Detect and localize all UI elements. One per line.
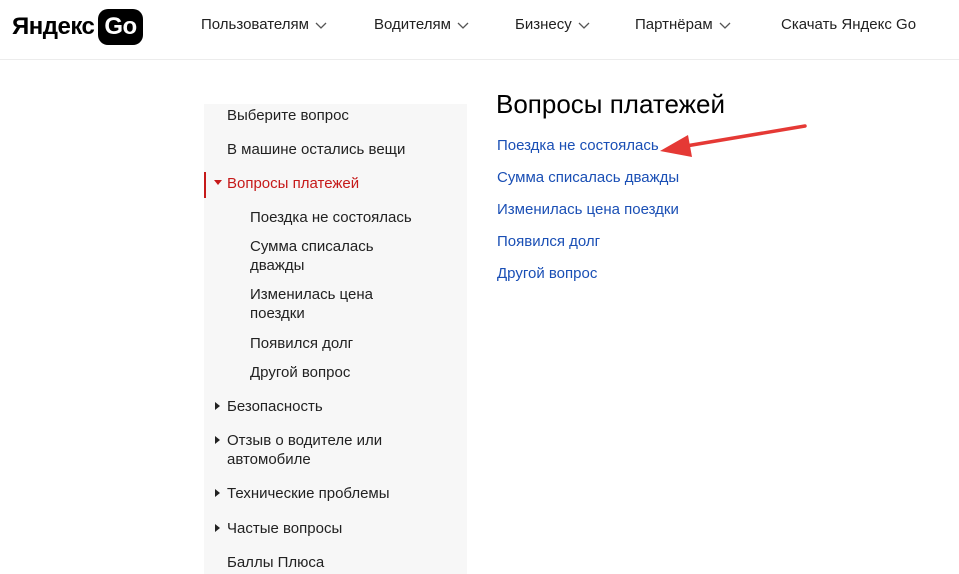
triangle-right-icon — [215, 489, 220, 497]
sidebar-item-plus-points[interactable]: Баллы Плюса — [227, 553, 324, 572]
chevron-down-icon — [578, 19, 590, 31]
nav-item-partners[interactable]: Партнёрам — [635, 16, 731, 33]
link-trip-failed[interactable]: Поездка не состоялась — [497, 137, 659, 154]
nav-item-business[interactable]: Бизнесу — [515, 16, 590, 33]
sidebar-item-lost-items[interactable]: В машине остались вещи — [227, 140, 405, 159]
sidebar-subitem-debt[interactable]: Появился долг — [250, 334, 353, 353]
triangle-right-icon — [215, 524, 220, 532]
active-indicator — [204, 172, 206, 198]
sidebar-item-safety[interactable]: Безопасность — [227, 397, 323, 416]
chevron-down-icon — [719, 19, 731, 31]
triangle-right-icon — [215, 436, 220, 444]
nav-item-label: Пользователям — [201, 16, 309, 33]
sidebar-subitem-charged-twice[interactable]: Сумма списалась дважды — [250, 237, 400, 275]
red-arrow-annotation — [660, 124, 807, 157]
nav-item-label: Бизнесу — [515, 16, 572, 33]
sidebar-item-driver-feedback[interactable]: Отзыв о водителе или автомобиле — [227, 431, 427, 469]
nav-item-label: Скачать Яндекс Go — [781, 16, 917, 33]
sidebar: Выберите вопрос В машине остались вещи В… — [204, 104, 467, 574]
sidebar-item-tech-problems[interactable]: Технические проблемы — [227, 484, 390, 503]
nav-item-label: Водителям — [374, 16, 451, 33]
nav-item-label: Партнёрам — [635, 16, 713, 33]
link-price-changed[interactable]: Изменилась цена поездки — [497, 201, 679, 218]
nav-item-users[interactable]: Пользователям — [201, 16, 327, 33]
triangle-right-icon — [215, 402, 220, 410]
sidebar-item-choose[interactable]: Выберите вопрос — [227, 106, 349, 125]
sidebar-item-payments[interactable]: Вопросы платежей — [227, 174, 359, 193]
triangle-down-icon — [214, 180, 222, 185]
link-charged-twice[interactable]: Сумма списалась дважды — [497, 169, 679, 186]
sidebar-subitem-trip-failed[interactable]: Поездка не состоялась — [250, 208, 412, 227]
nav-item-download[interactable]: Скачать Яндекс Go — [781, 16, 916, 33]
sidebar-subitem-other[interactable]: Другой вопрос — [250, 363, 350, 382]
logo-badge: Go — [98, 9, 143, 45]
site-header: Яндекс Go Пользователям Водителям Бизнес… — [0, 0, 959, 60]
chevron-down-icon — [315, 19, 327, 31]
link-other[interactable]: Другой вопрос — [497, 265, 597, 282]
link-debt[interactable]: Появился долг — [497, 233, 600, 250]
sidebar-subitem-price-changed[interactable]: Изменилась цена поездки — [250, 285, 400, 323]
logo-text: Яндекс — [12, 13, 95, 40]
yandex-go-logo[interactable]: Яндекс Go — [12, 9, 143, 45]
nav-item-drivers[interactable]: Водителям — [374, 16, 469, 33]
chevron-down-icon — [457, 19, 469, 31]
sidebar-item-faq[interactable]: Частые вопросы — [227, 519, 342, 538]
